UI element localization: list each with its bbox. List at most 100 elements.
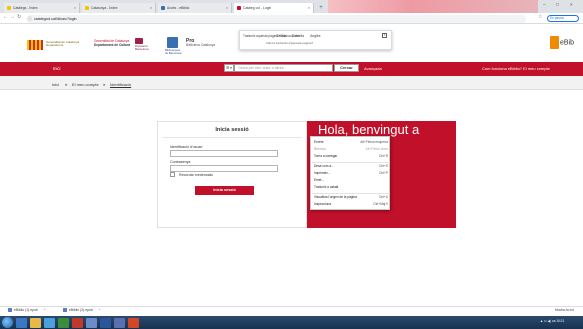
context-menu-separator xyxy=(312,192,390,194)
ebiblio-text: eBib xyxy=(560,39,575,47)
biblio-logo[interactable]: Pro Biblioteca Catalunya xyxy=(186,39,215,47)
remember-label: Recordar credencials xyxy=(179,172,213,177)
media-player-icon[interactable] xyxy=(44,317,55,328)
taskbar-app-icon[interactable] xyxy=(86,317,97,328)
back-arrow-icon[interactable]: ← xyxy=(3,15,8,20)
site-favicon-icon xyxy=(85,6,89,10)
site-favicon-icon xyxy=(237,6,241,10)
context-menu-shortcut: Ctrl+R xyxy=(378,154,388,158)
new-tab-icon[interactable]: + xyxy=(317,4,325,12)
catalog-search-input[interactable]: Cerca per títol, autor o altres xyxy=(234,64,333,72)
tab-strip-background xyxy=(328,0,538,13)
tab-close-icon[interactable]: × xyxy=(308,6,310,10)
context-menu-item[interactable]: Inspecciona Ctrl+Maj+I xyxy=(314,202,388,206)
system-tray[interactable]: ▲ ⊡ ◀) ca 10:21 xyxy=(540,319,564,323)
context-menu: Enrere Alt+Fletxa esquerra Reenvia Alt+Flet… xyxy=(310,136,390,210)
translate-popup: Tradueix aquesta pàgina? Traducció de: C… xyxy=(239,30,392,50)
breadcrumb-separator: > xyxy=(65,82,68,87)
minimize-icon[interactable]: – xyxy=(543,2,546,7)
password-input[interactable] xyxy=(170,165,278,172)
language-option-angles[interactable]: Anglès xyxy=(310,34,320,39)
epub-file-icon xyxy=(8,308,12,312)
close-window-icon[interactable]: × xyxy=(570,2,573,7)
context-menu-shortcut: Ctrl+S xyxy=(379,164,388,168)
search-type-select[interactable]: ☰ ▾ xyxy=(224,64,234,72)
context-menu-separator xyxy=(312,161,390,163)
context-menu-item[interactable]: Desa com a... Ctrl+S xyxy=(314,164,388,168)
ebiblio-logo[interactable]: eBib xyxy=(550,36,583,52)
tab-close-icon[interactable]: × xyxy=(150,6,152,10)
context-menu-shortcut: Ctrl+U xyxy=(378,195,388,199)
language-option-castella[interactable]: Castellà xyxy=(292,34,304,39)
tab-title: Catàleg col - Login xyxy=(243,6,272,10)
remember-checkbox[interactable] xyxy=(170,172,175,177)
gencat-logo-text[interactable]: Generalitat de Catalunya Departament xyxy=(46,40,79,48)
download-item-2[interactable]: eBiblio (2).epub ^ xyxy=(63,308,100,312)
translate-close-icon[interactable]: × xyxy=(382,33,387,38)
context-menu-item[interactable]: Torna a carregar Ctrl+R xyxy=(314,154,388,158)
browser-tab-2[interactable]: Catalunya - Índex × xyxy=(82,3,156,13)
chevron-up-icon[interactable]: ^ xyxy=(99,308,101,312)
context-menu-item[interactable]: Visualitza l'origen de la pàgina Ctrl+U xyxy=(314,195,388,199)
advanced-search-link[interactable]: Avançada xyxy=(364,66,382,71)
taskbar-app-icon[interactable] xyxy=(114,317,125,328)
download-item-1[interactable]: eBiblio (1).epub ^ xyxy=(8,308,45,312)
user-id-input[interactable] xyxy=(170,150,278,157)
context-menu-shortcut: Alt+Fletxa dreta xyxy=(365,147,388,151)
ie-icon[interactable] xyxy=(16,317,27,328)
tab-title: Accés - eBiblio xyxy=(167,6,190,10)
login-divider xyxy=(162,137,302,138)
culture-department-logo[interactable]: Generalitat de Catalunya Departament de … xyxy=(94,39,130,47)
libraries-logo-text: Biblioteques de Barcelona xyxy=(165,49,181,55)
context-menu-item[interactable]: Tradueix a català xyxy=(314,185,388,189)
sync-paused-button[interactable]: En pausa xyxy=(547,15,579,22)
site-favicon-icon xyxy=(7,6,11,10)
excel-icon[interactable] xyxy=(58,317,69,328)
diputacio-logo[interactable]: Diputació Barcelona xyxy=(135,38,149,52)
browser-tab-active[interactable]: Catàleg col - Login × xyxy=(234,3,314,13)
chrome-icon[interactable] xyxy=(72,317,83,328)
browser-tab-3[interactable]: Accés - eBiblio × xyxy=(158,3,232,13)
bookmark-star-icon[interactable]: ☆ xyxy=(538,14,542,20)
powerpoint-icon[interactable] xyxy=(128,317,139,328)
breadcrumb-home[interactable]: Inici xyxy=(52,82,59,87)
welcome-heading: Hola, benvingut a xyxy=(318,122,420,137)
login-submit-button[interactable]: Inicia sessió xyxy=(195,186,254,195)
site-favicon-icon xyxy=(161,6,165,10)
maximize-icon[interactable]: □ xyxy=(556,2,559,7)
nav-home-link[interactable]: Inici xyxy=(53,66,60,71)
context-menu-shortcut: Alt+Fletxa esquerra xyxy=(360,140,388,144)
forward-arrow-icon[interactable]: → xyxy=(10,15,15,20)
address-bar-input[interactable]: catalegcol.cat/iii/cas/?login xyxy=(26,14,526,23)
header-right-links[interactable]: Com funciona eBiblio? El meu compte xyxy=(482,66,550,71)
chevron-up-icon[interactable]: ^ xyxy=(44,308,46,312)
breadcrumb-separator: > xyxy=(103,82,106,87)
context-menu-item-label: Enrere xyxy=(314,140,324,144)
epub-file-icon xyxy=(63,308,67,312)
search-button[interactable]: Cercar xyxy=(334,64,359,72)
windows-start-icon[interactable] xyxy=(2,317,13,328)
tab-close-icon[interactable]: × xyxy=(74,6,76,10)
show-all-downloads-link[interactable]: Mostra-ho tot xyxy=(555,308,574,312)
user-id-label: Identificació d'usuari xyxy=(170,145,203,149)
gencat-line-2: Departament xyxy=(46,43,64,48)
word-icon[interactable] xyxy=(100,317,111,328)
language-option-catala[interactable]: Català xyxy=(276,34,286,39)
context-menu-item[interactable]: Imprimeix... Ctrl+P xyxy=(314,171,388,175)
context-menu-shortcut: Ctrl+P xyxy=(379,171,388,175)
tab-close-icon[interactable]: × xyxy=(226,6,228,10)
context-menu-item-label: Torna a carregar xyxy=(314,154,338,158)
context-menu-item[interactable]: Enrere Alt+Fletxa esquerra xyxy=(314,140,388,144)
libraries-logo-icon[interactable] xyxy=(167,37,178,48)
download-filename: eBiblio (1).epub xyxy=(14,308,38,312)
reload-icon[interactable]: ↻ xyxy=(17,15,21,20)
browser-tab-1[interactable]: Catàlegs - Índex × xyxy=(4,3,80,13)
context-menu-item[interactable]: Emet... xyxy=(314,178,388,182)
breadcrumb-account[interactable]: El meu compte xyxy=(72,82,99,87)
context-menu-item-label: Visualitza l'origen de la pàgina xyxy=(314,195,357,199)
context-menu-item-label: Desa com a... xyxy=(314,164,334,168)
file-explorer-icon[interactable] xyxy=(30,317,41,328)
tab-title: Catàlegs - Índex xyxy=(13,6,38,10)
context-menu-item-label: Tradueix a català xyxy=(314,185,339,189)
info-icon[interactable]: ⓘ xyxy=(28,16,32,22)
